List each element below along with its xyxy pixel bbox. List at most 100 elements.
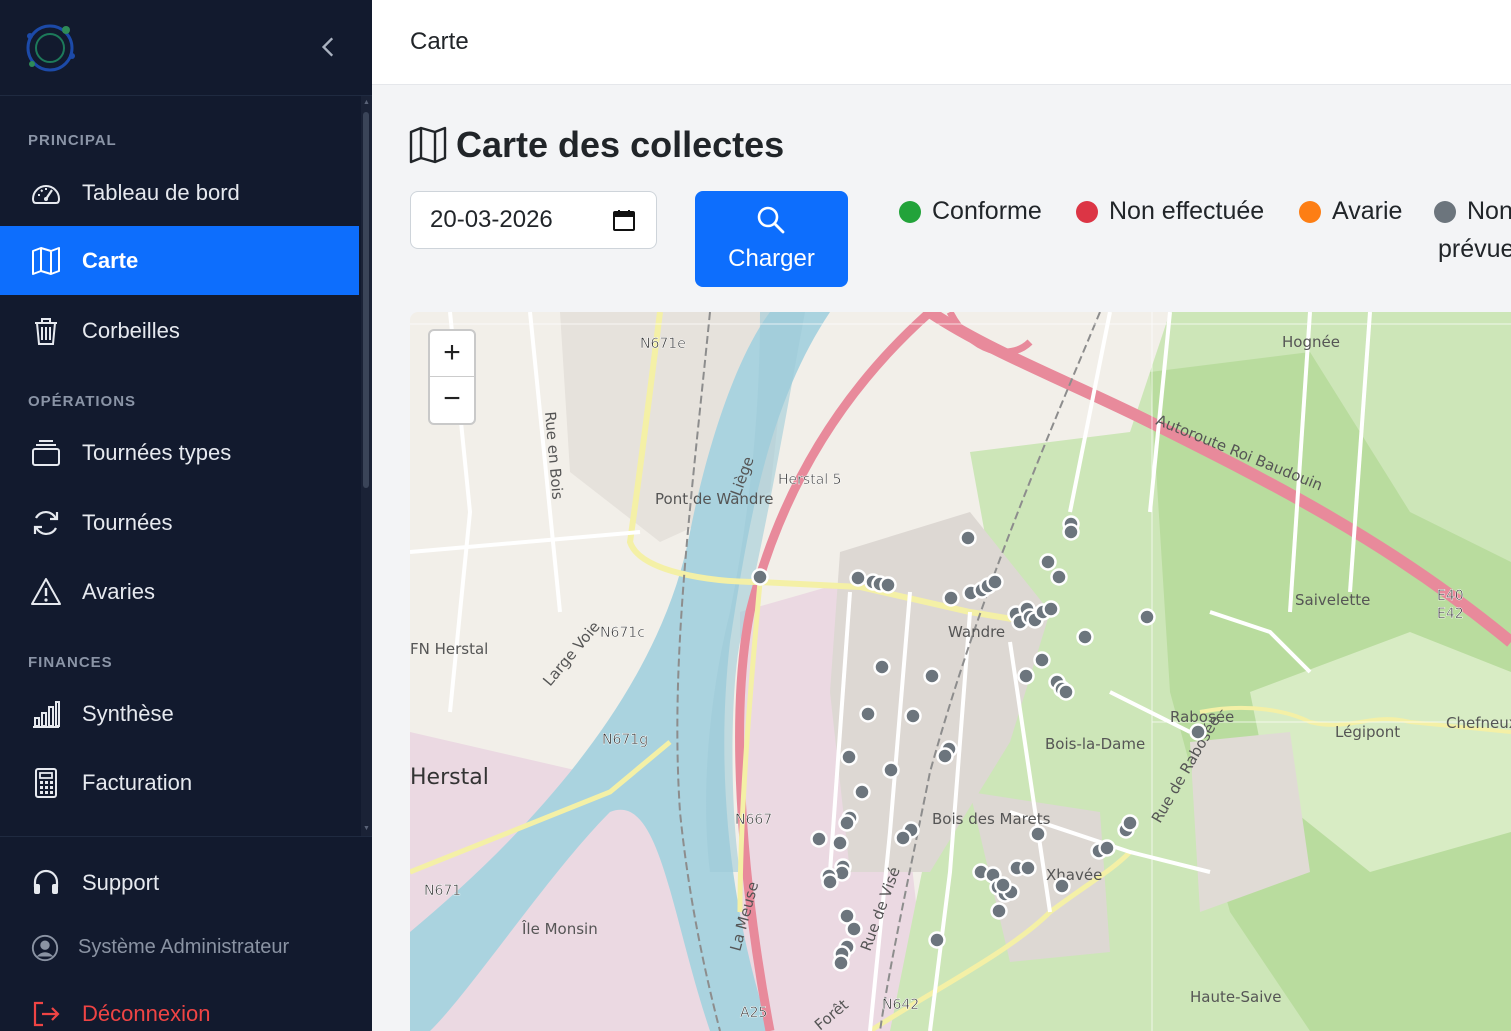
sidebar-item-label: Support — [82, 869, 160, 895]
scroll-down-arrow[interactable]: ▼ — [361, 824, 372, 834]
sidebar-item-tournees[interactable]: Tournées — [0, 488, 359, 557]
collection-marker[interactable] — [873, 658, 891, 676]
scroll-up-arrow[interactable]: ▲ — [361, 98, 372, 108]
collection-marker[interactable] — [986, 573, 1004, 591]
collection-marker[interactable] — [821, 873, 839, 891]
collection-marker[interactable] — [1138, 608, 1156, 626]
collection-marker[interactable] — [1057, 683, 1075, 701]
collection-marker[interactable] — [990, 902, 1008, 920]
collection-marker[interactable] — [928, 931, 946, 949]
headset-icon — [33, 869, 59, 894]
map-label: Haute-Saive — [1190, 988, 1282, 1006]
collection-marker[interactable] — [1017, 667, 1035, 685]
collection-marker[interactable] — [882, 761, 900, 779]
collection-marker[interactable] — [879, 576, 897, 594]
zoom-in-button[interactable]: + — [430, 331, 474, 377]
sidebar-item-tournees-types[interactable]: Tournées types — [0, 418, 359, 487]
legend-non-prevue: Non — [1434, 197, 1511, 226]
collection-marker[interactable] — [894, 829, 912, 847]
collection-marker[interactable] — [751, 568, 769, 586]
calendar-icon[interactable] — [612, 208, 636, 232]
sidebar-item-facturation[interactable]: Facturation — [0, 748, 359, 817]
map-label: Herstal 5 — [778, 472, 842, 488]
map-label: N671 — [424, 883, 461, 899]
sidebar-user: Système Administrateur — [0, 913, 359, 982]
sidebar-item-corbeilles[interactable]: Corbeilles — [0, 296, 359, 365]
map-label: Xhavée — [1046, 866, 1102, 884]
collection-marker[interactable] — [853, 783, 871, 801]
collection-marker[interactable] — [959, 529, 977, 547]
logout-icon — [33, 1001, 60, 1026]
collection-marker[interactable] — [904, 707, 922, 725]
refresh-icon — [33, 510, 59, 535]
collection-marker[interactable] — [832, 954, 850, 972]
collection-marker[interactable] — [936, 747, 954, 765]
sidebar-user-name: Système Administrateur — [78, 936, 290, 958]
sidebar-item-label: Tableau de bord — [82, 179, 240, 205]
collection-marker[interactable] — [1042, 600, 1060, 618]
collection-marker[interactable] — [1121, 814, 1139, 832]
map-label: Rue en Bois — [541, 411, 567, 501]
page-title-text: Carte des collectes — [456, 124, 785, 165]
collection-marker[interactable] — [923, 667, 941, 685]
map-label: N671c — [600, 625, 645, 641]
collection-marker[interactable] — [831, 834, 849, 852]
map-label: E42 — [1437, 606, 1464, 622]
map-label: Île Monsin — [521, 919, 598, 938]
map-label: A25 — [740, 1005, 767, 1021]
map-label: Légipont — [1335, 723, 1400, 741]
zoom-out-button[interactable]: − — [430, 377, 474, 423]
sidebar-item-logout[interactable]: Déconnexion — [0, 979, 359, 1031]
sidebar-divider — [0, 836, 372, 837]
collection-marker[interactable] — [1062, 523, 1080, 541]
sidebar-item-support[interactable]: Support — [0, 848, 359, 917]
warning-icon — [31, 577, 61, 605]
section-finances: FINANCES — [28, 654, 113, 671]
search-icon — [757, 206, 785, 234]
map-label: Pont de Wandre — [655, 490, 774, 508]
sidebar-item-label: Carte — [82, 247, 139, 273]
collection-marker[interactable] — [1053, 877, 1071, 895]
collection-marker[interactable] — [1019, 859, 1037, 877]
sidebar: ▲ ▼ PRINCIPAL Tableau de bord Carte Corb… — [0, 0, 372, 1031]
sidebar-item-synthese[interactable]: Synthèse — [0, 679, 359, 748]
collection-marker[interactable] — [859, 705, 877, 723]
load-button-label: Charger — [728, 245, 815, 272]
collection-marker[interactable] — [845, 920, 863, 938]
collection-marker[interactable] — [1039, 553, 1057, 571]
collection-marker[interactable] — [1033, 651, 1051, 669]
map-label: Hognée — [1282, 333, 1340, 351]
map-view[interactable]: N671e Rue en Bois Pont de Wandre Herstal 5 L… — [410, 312, 1511, 1031]
layers-icon — [32, 439, 60, 466]
collection-marker[interactable] — [942, 589, 960, 607]
collection-marker[interactable] — [838, 814, 856, 832]
sidebar-item-carte[interactable]: Carte — [0, 226, 359, 295]
map-label: FN Herstal — [410, 640, 488, 658]
chevron-left-icon[interactable] — [316, 34, 342, 60]
map-tiles: N671e Rue en Bois Pont de WandreHerstal 5 L… — [410, 312, 1511, 1031]
collection-marker[interactable] — [1076, 628, 1094, 646]
collection-marker[interactable] — [849, 569, 867, 587]
collection-marker[interactable] — [810, 830, 828, 848]
map-label: Saivelette — [1295, 591, 1370, 609]
page-title: Carte des collectes — [408, 124, 784, 166]
sidebar-item-avaries[interactable]: Avaries — [0, 557, 359, 626]
date-input[interactable]: 20-03-2026 — [410, 191, 657, 249]
map-label: Bois-la-Dame — [1045, 735, 1145, 753]
sidebar-item-label: Tournées — [82, 509, 173, 535]
sidebar-scroll-thumb[interactable] — [363, 112, 369, 488]
load-button[interactable]: Charger — [695, 191, 848, 287]
zoom-control[interactable]: + − — [428, 329, 476, 425]
collection-marker[interactable] — [994, 876, 1012, 894]
map-icon — [409, 126, 447, 164]
collection-marker[interactable] — [1189, 723, 1207, 741]
collection-marker[interactable] — [1098, 839, 1116, 857]
section-operations: OPÉRATIONS — [28, 393, 137, 410]
collection-marker[interactable] — [1029, 825, 1047, 843]
logo — [26, 24, 75, 72]
legend-dot-red — [1076, 200, 1098, 223]
collection-marker[interactable] — [1050, 568, 1068, 586]
collection-marker[interactable] — [840, 748, 858, 766]
sidebar-item-dashboard[interactable]: Tableau de bord — [0, 158, 359, 227]
sidebar-item-label: Déconnexion — [82, 1000, 211, 1026]
